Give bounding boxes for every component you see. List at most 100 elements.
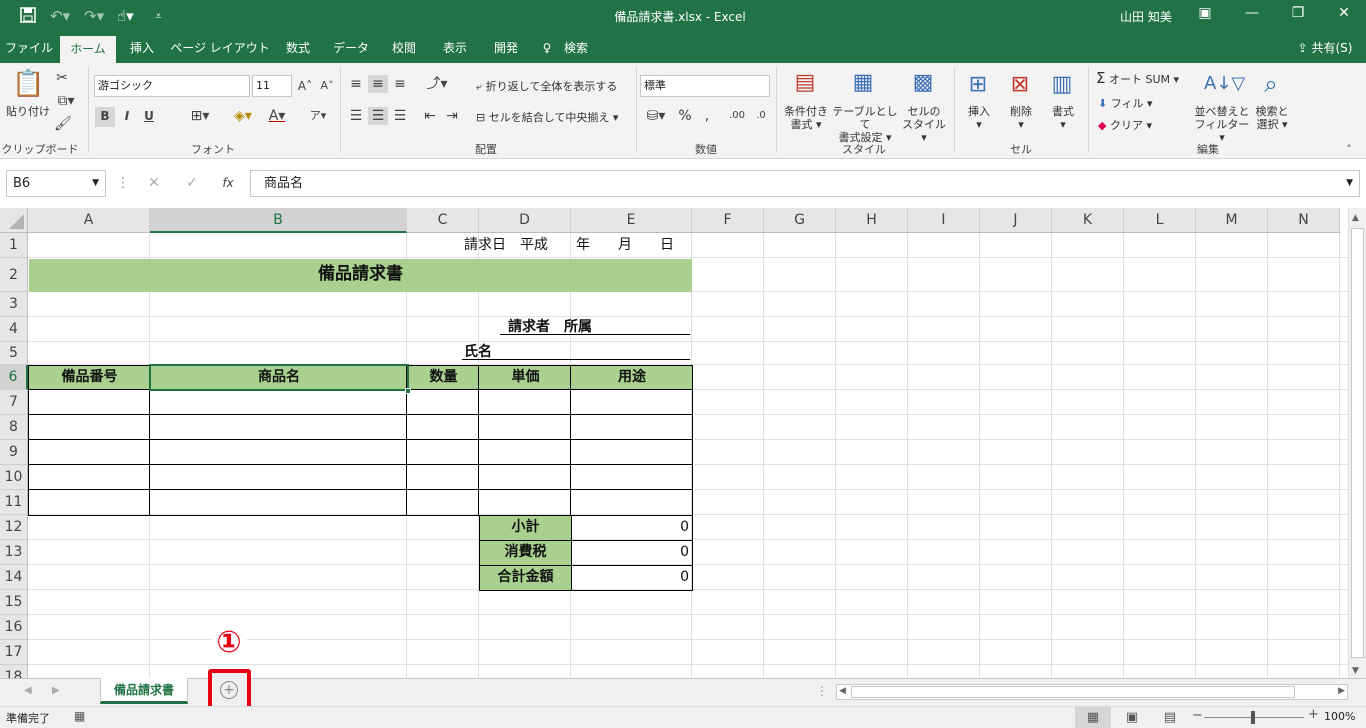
align-top-icon[interactable]: ≡ (346, 75, 366, 93)
scroll-up-icon[interactable]: ▲ (1352, 213, 1359, 223)
number-format-select[interactable]: 標準 (640, 75, 770, 97)
fill-handle[interactable] (405, 388, 411, 394)
row-header-12[interactable]: 12 (0, 515, 28, 540)
row-header-1[interactable]: 1 (0, 233, 28, 258)
cell-a6-item-no[interactable]: 備品番号 (29, 365, 150, 389)
confirm-entry-icon[interactable]: ✓ (184, 174, 200, 192)
zoom-level[interactable]: 100% (1324, 710, 1355, 723)
paste-icon[interactable]: 📋 (12, 69, 44, 99)
underline-button[interactable]: U (140, 107, 158, 125)
row-header-16[interactable]: 16 (0, 615, 28, 640)
row-header-4[interactable]: 4 (0, 317, 28, 342)
scroll-left-icon[interactable]: ◀ (839, 686, 846, 696)
autosum-button[interactable]: Σ オート SUM ▾ (1096, 71, 1179, 87)
user-name[interactable]: 山田 知美 (1120, 8, 1172, 25)
tell-me-search[interactable]: 検索 (558, 33, 594, 63)
row-header-14[interactable]: 14 (0, 565, 28, 590)
cut-icon[interactable]: ✂ (54, 69, 70, 87)
column-header-m[interactable]: M (1196, 208, 1268, 233)
delete-cells-button[interactable]: 削除 ▾ (1004, 105, 1038, 131)
increase-decimal-icon[interactable]: .00 (726, 107, 748, 125)
tab-review[interactable]: 校閲 (380, 33, 428, 63)
vertical-scroll-thumb[interactable] (1351, 228, 1364, 658)
scroll-tabs-right-icon[interactable]: ▶ (52, 685, 60, 696)
cell-e12-subtotal-value[interactable]: 0 (572, 515, 689, 539)
sheet-tab-bihin[interactable]: 備品請求書 (100, 678, 188, 704)
row-header-2[interactable]: 2 (0, 258, 28, 292)
column-header-e[interactable]: E (571, 208, 692, 233)
zoom-slider-thumb[interactable] (1251, 711, 1255, 724)
cell-d14-total-label[interactable]: 合計金額 (480, 565, 571, 589)
insert-cells-button[interactable]: 挿入 ▾ (962, 105, 996, 131)
wrap-text-button[interactable]: ⤶ 折り返して全体を表示する (476, 80, 617, 93)
ribbon-display-icon[interactable]: ▣ (1185, 5, 1225, 21)
column-header-k[interactable]: K (1052, 208, 1124, 233)
horizontal-scroll-thumb[interactable] (851, 686, 1295, 698)
minimize-button[interactable]: — (1232, 5, 1272, 21)
format-as-table-button[interactable]: テーブルとして 書式設定 ▾ (830, 105, 900, 144)
tab-developer[interactable]: 開発 (482, 33, 530, 63)
conditional-formatting-button[interactable]: 条件付き 書式 ▾ (780, 105, 832, 131)
format-as-table-icon[interactable]: ▦ (848, 69, 878, 97)
touch-mode-icon[interactable]: ☝▾ (117, 7, 134, 25)
sort-filter-icon[interactable]: A↓▽ (1204, 71, 1245, 97)
collapse-ribbon-icon[interactable]: ˄ (1340, 141, 1358, 159)
worksheet-grid[interactable]: ABCDEFGHIJKLMN 1 2 3 4 5 6 7 8 9 10 11 12 13 14 15 16 17… (0, 208, 1366, 678)
cell-d13-tax-label[interactable]: 消費税 (480, 540, 571, 564)
row-header-10[interactable]: 10 (0, 465, 28, 490)
column-header-a[interactable]: A (28, 208, 150, 233)
row-header-11[interactable]: 11 (0, 490, 28, 515)
find-select-button[interactable]: 検索と 選択 ▾ (1252, 105, 1292, 131)
row-header-8[interactable]: 8 (0, 415, 28, 440)
horizontal-scrollbar[interactable]: ◀ ▶ (836, 684, 1348, 700)
cell-e6-purpose[interactable]: 用途 (572, 365, 692, 389)
decrease-font-icon[interactable]: A˅ (318, 77, 336, 95)
decrease-indent-icon[interactable]: ⇤ (420, 107, 440, 125)
cell-c6-qty[interactable]: 数量 (408, 365, 479, 389)
comma-style-icon[interactable]: , (700, 107, 714, 125)
insert-cells-icon[interactable]: ⊞ (964, 71, 992, 99)
name-box-dropdown-icon[interactable]: ▼ (92, 171, 99, 196)
scroll-right-icon[interactable]: ▶ (1338, 686, 1345, 696)
font-size-select[interactable]: 11 (252, 75, 292, 97)
active-cell-selection[interactable] (149, 364, 409, 391)
share-button[interactable]: ⇪ 共有(S) (1290, 33, 1360, 63)
decrease-decimal-icon[interactable]: .0 (750, 107, 772, 125)
column-header-f[interactable]: F (692, 208, 764, 233)
orientation-icon[interactable]: ⤴▾ (422, 75, 452, 93)
increase-indent-icon[interactable]: ⇥ (442, 107, 462, 125)
insert-function-button[interactable]: fx (218, 174, 238, 192)
fill-color-icon[interactable]: ◈▾ (228, 107, 258, 125)
row-header-3[interactable]: 3 (0, 292, 28, 317)
merge-center-button[interactable]: ⊟ セルを結合して中央揃え ▾ (476, 111, 618, 124)
restore-button[interactable]: ❐ (1278, 5, 1318, 21)
format-painter-icon[interactable]: 🖌 (54, 115, 72, 133)
page-layout-view-icon[interactable]: ▣ (1120, 707, 1144, 728)
tab-view[interactable]: 表示 (432, 33, 478, 63)
tab-page-layout[interactable]: ページ レイアウト (170, 33, 270, 63)
align-bottom-icon[interactable]: ≡ (390, 75, 410, 93)
phonetic-icon[interactable]: ア▾ (305, 107, 331, 125)
cell-styles-icon[interactable]: ▩ (908, 69, 938, 97)
redo-icon[interactable]: ↷▾ (84, 7, 104, 25)
align-left-icon[interactable]: ☰ (346, 107, 366, 125)
row-header-13[interactable]: 13 (0, 540, 28, 565)
column-header-b[interactable]: B (150, 208, 407, 233)
font-color-icon[interactable]: A▾ (262, 107, 292, 125)
column-header-i[interactable]: I (908, 208, 980, 233)
delete-cells-icon[interactable]: ⊠ (1006, 71, 1034, 99)
cell-a2-title[interactable]: 備品請求書 (29, 262, 692, 286)
undo-icon[interactable]: ↶▾ (50, 7, 70, 25)
find-select-icon[interactable]: ⌕ (1256, 69, 1286, 99)
zoom-in-icon[interactable]: + (1308, 707, 1319, 722)
row-header-7[interactable]: 7 (0, 390, 28, 415)
format-cells-button[interactable]: 書式 ▾ (1046, 105, 1080, 131)
cell-c1-date[interactable]: 請求日 平成 年 月 日 (464, 233, 674, 257)
column-header-h[interactable]: H (836, 208, 908, 233)
page-break-view-icon[interactable]: ▤ (1158, 707, 1182, 728)
row-header-15[interactable]: 15 (0, 590, 28, 615)
clear-button[interactable]: ◆ クリア ▾ (1098, 119, 1152, 132)
cell-e13-tax-value[interactable]: 0 (572, 540, 689, 564)
copy-icon[interactable]: ⧉▾ (54, 92, 78, 110)
increase-font-icon[interactable]: A˄ (296, 77, 314, 95)
